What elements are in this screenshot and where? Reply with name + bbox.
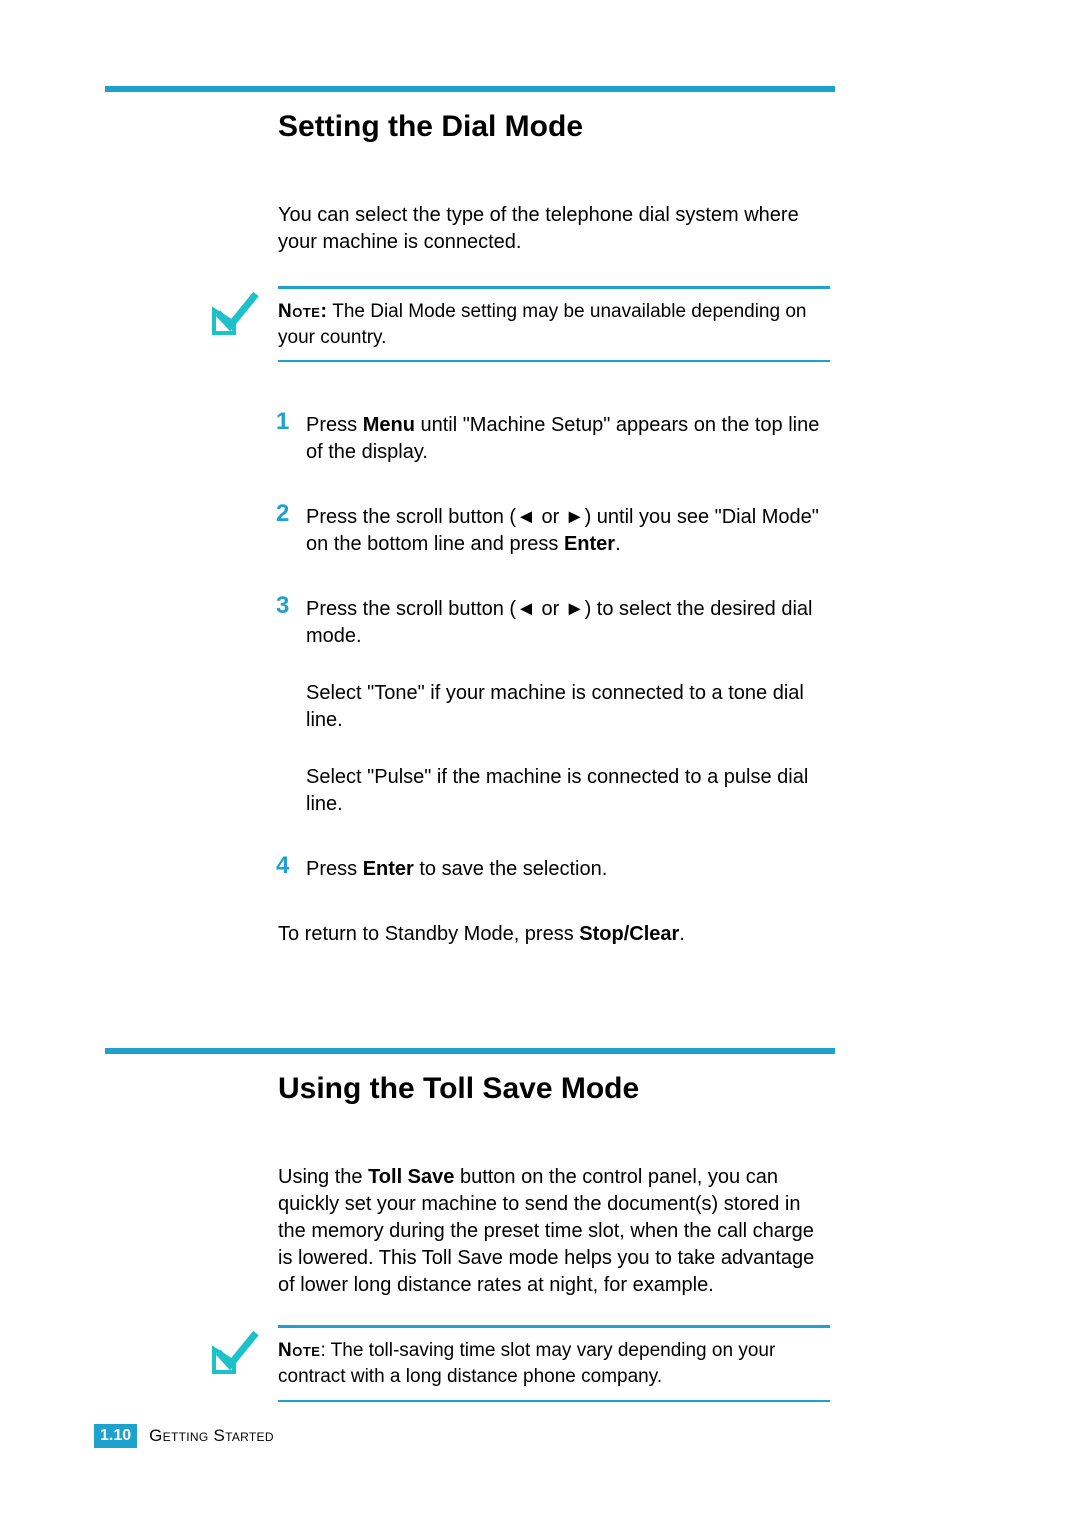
chapter-title: Getting Started: [149, 1426, 274, 1446]
step-subtext-2: Select "Pulse" if the machine is connect…: [306, 764, 830, 818]
step-subtext-1: Select "Tone" if your machine is connect…: [306, 680, 830, 734]
step-text-pre: Press the scroll button (◄ or ►) to sele…: [306, 598, 812, 647]
section-accent-bar-1: [105, 86, 835, 92]
step-4: 4 Press Enter to save the selection.: [278, 856, 830, 883]
note-body: : The toll-saving time slot may vary dep…: [278, 1340, 775, 1387]
step-text: Press the scroll button (◄ or ►) to sele…: [306, 596, 830, 650]
return-text: To return to Standby Mode, press Stop/Cl…: [278, 921, 830, 948]
checkmark-icon: [208, 1327, 263, 1382]
note-label: Note:: [278, 301, 327, 322]
step-text-post: .: [615, 533, 621, 555]
note-label: Note: [278, 1340, 320, 1361]
checkmark-icon: [208, 288, 263, 343]
step-text: Press the scroll button (◄ or ►) until y…: [306, 504, 830, 558]
step-number: 4: [276, 852, 289, 880]
steps-list: 1 Press Menu until "Machine Setup" appea…: [278, 412, 830, 883]
heading-setting-dial-mode: Setting the Dial Mode: [278, 110, 835, 144]
note-block-2: Note: The toll-saving time slot may vary…: [278, 1325, 830, 1401]
note-rule-bottom: [278, 1400, 830, 1402]
step-text-bold: Menu: [363, 414, 415, 436]
step-text: Press Enter to save the selection.: [306, 856, 830, 883]
intro-text-1: You can select the type of the telephone…: [278, 202, 830, 256]
heading-toll-save: Using the Toll Save Mode: [278, 1072, 835, 1106]
page-footer: 1.10 Getting Started: [94, 1424, 274, 1448]
step-number: 2: [276, 500, 289, 528]
step-number: 1: [276, 408, 289, 436]
intro-text-2: Using the Toll Save button on the contro…: [278, 1164, 830, 1299]
step-1: 1 Press Menu until "Machine Setup" appea…: [278, 412, 830, 466]
step-text-bold: Enter: [363, 858, 414, 880]
section-accent-bar-2: [105, 1048, 835, 1054]
note-rule-top: [278, 286, 830, 289]
page-number: 1.10: [94, 1424, 137, 1448]
step-text-pre: Press the scroll button (◄ or ►) until y…: [306, 506, 819, 555]
step-text-pre: Press: [306, 414, 363, 436]
step-text-bold: Enter: [564, 533, 615, 555]
return-pre: To return to Standby Mode, press: [278, 923, 579, 945]
note-text-2: Note: The toll-saving time slot may vary…: [278, 1338, 830, 1389]
note-rule-top: [278, 1325, 830, 1328]
return-bold: Stop/Clear: [579, 923, 679, 945]
step-3: 3 Press the scroll button (◄ or ►) to se…: [278, 596, 830, 818]
step-text-pre: Press: [306, 858, 363, 880]
intro-bold: Toll Save: [368, 1166, 454, 1188]
return-post: .: [679, 923, 685, 945]
note-body: The Dial Mode setting may be unavailable…: [278, 301, 806, 348]
note-rule-bottom: [278, 360, 830, 362]
step-number: 3: [276, 592, 289, 620]
intro-pre: Using the: [278, 1166, 368, 1188]
note-text-1: Note: The Dial Mode setting may be unava…: [278, 299, 830, 350]
step-text-post: to save the selection.: [414, 858, 607, 880]
step-2: 2 Press the scroll button (◄ or ►) until…: [278, 504, 830, 558]
step-text: Press Menu until "Machine Setup" appears…: [306, 412, 830, 466]
note-block-1: Note: The Dial Mode setting may be unava…: [278, 286, 830, 362]
